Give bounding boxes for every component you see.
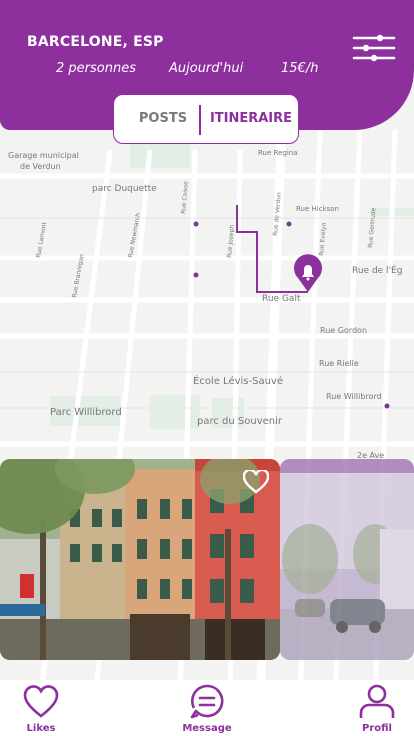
map-label: parc Duquette	[92, 184, 157, 194]
nav-likes-label: Likes	[26, 723, 56, 734]
poi-dot[interactable]	[193, 272, 199, 278]
bottom-nav: Likes Message Profil	[0, 680, 414, 736]
price-value[interactable]: 15€/h	[281, 61, 318, 76]
chat-bubble-icon	[190, 684, 224, 719]
street-photo	[0, 459, 280, 660]
heart-icon[interactable]	[243, 470, 269, 494]
map-label: Rue Willibrord	[326, 392, 382, 401]
nav-message[interactable]: Message	[167, 680, 247, 736]
tab-posts[interactable]: POSTS	[128, 95, 198, 143]
park-area	[150, 395, 200, 429]
nav-likes[interactable]: Likes	[1, 680, 81, 736]
map-label: Rue Gordon	[320, 326, 367, 335]
place-card-photo[interactable]	[0, 459, 280, 660]
poi-dot[interactable]	[384, 403, 390, 409]
poi-dot[interactable]	[193, 221, 199, 227]
filter-sliders-icon[interactable]	[352, 34, 396, 62]
nav-profile-label: Profil	[362, 723, 392, 734]
view-toggle: POSTS ITINERAIRE	[113, 94, 299, 144]
poi-dot[interactable]	[286, 221, 292, 227]
people-count[interactable]: 2 personnes	[56, 61, 136, 76]
map-label: de Verdun	[20, 162, 61, 171]
nav-message-label: Message	[182, 723, 232, 734]
map-label: Rue Rielle	[319, 359, 359, 368]
city-title: BARCELONE, ESP	[27, 34, 164, 50]
tab-divider	[199, 105, 201, 135]
map-label: École Lévis-Sauvé	[193, 374, 283, 387]
map-label: Parc Willibrord	[50, 407, 122, 418]
map-label: Rue Galt	[262, 294, 301, 304]
map-label: Rue Hickson	[296, 205, 339, 213]
map-label: Rue de l'Ég	[352, 264, 402, 276]
nav-profile[interactable]: Profil	[337, 680, 414, 736]
map-label: Garage municipal	[8, 151, 79, 160]
heart-icon	[23, 685, 59, 718]
tab-itinerary[interactable]: ITINERAIRE	[206, 95, 296, 143]
place-card-photo-next[interactable]	[280, 459, 414, 660]
park-area	[130, 140, 190, 168]
map-label: parc du Souvenir	[197, 416, 283, 427]
date-value[interactable]: Aujourd'hui	[169, 61, 243, 76]
user-icon	[359, 684, 395, 718]
street-photo	[280, 459, 414, 660]
map-label: Rue Regina	[258, 149, 298, 157]
